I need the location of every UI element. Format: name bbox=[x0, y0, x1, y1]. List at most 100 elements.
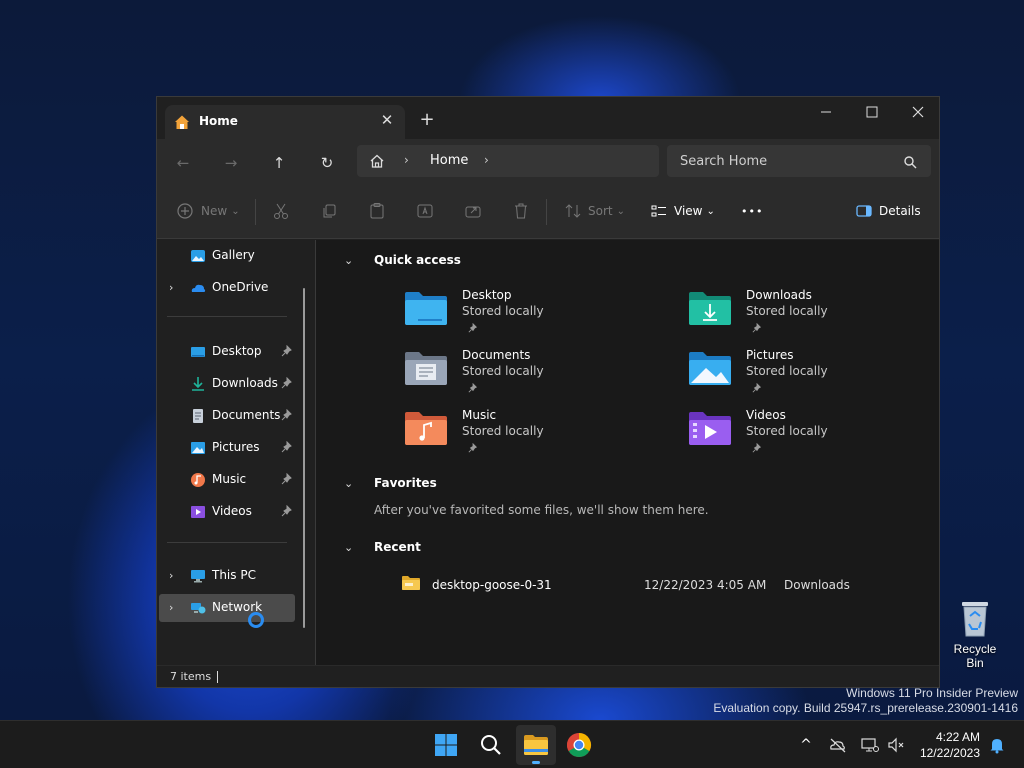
notification-bell-icon[interactable] bbox=[988, 736, 1006, 754]
windows-logo-icon bbox=[435, 734, 457, 756]
volume-muted-icon[interactable] bbox=[887, 736, 905, 754]
sidebar-item-documents[interactable]: Documents bbox=[159, 402, 295, 430]
copy-button[interactable] bbox=[320, 200, 338, 222]
chevron-down-icon: ⌄ bbox=[344, 540, 354, 554]
watermark-line-2: Evaluation copy. Build 25947.rs_prerelea… bbox=[713, 701, 1018, 715]
sidebar-item-label: Videos bbox=[212, 504, 252, 518]
sidebar-item-music[interactable]: Music bbox=[159, 466, 295, 494]
view-button[interactable]: View ⌄ bbox=[650, 200, 715, 222]
sidebar-item-onedrive[interactable]: › OneDrive bbox=[159, 274, 295, 302]
paste-button[interactable] bbox=[368, 200, 386, 222]
clipboard-icon bbox=[368, 202, 386, 220]
pin-icon bbox=[752, 442, 762, 453]
rename-icon bbox=[416, 202, 434, 220]
pin-icon bbox=[752, 382, 762, 393]
new-button[interactable]: New ⌄ bbox=[176, 200, 240, 222]
back-button[interactable]: ← bbox=[171, 151, 195, 175]
network-status-icon[interactable] bbox=[861, 736, 879, 754]
breadcrumb-home[interactable]: Home bbox=[430, 153, 468, 168]
pin-icon bbox=[281, 504, 293, 517]
sort-button[interactable]: Sort ⌄ bbox=[564, 200, 625, 222]
close-window-button[interactable] bbox=[895, 97, 939, 127]
delete-button[interactable] bbox=[512, 200, 530, 222]
section-recent[interactable]: ⌄ Recent bbox=[344, 537, 421, 557]
active-app-indicator bbox=[532, 761, 540, 764]
refresh-button[interactable]: ↻ bbox=[315, 151, 339, 175]
folder-status: Stored locally bbox=[462, 424, 544, 438]
address-home-icon bbox=[369, 153, 385, 169]
sidebar-item-videos[interactable]: Videos bbox=[159, 498, 295, 526]
sidebar-item-downloads[interactable]: Downloads bbox=[159, 370, 295, 398]
chevron-down-icon: ⌄ bbox=[616, 205, 625, 217]
sidebar-scrollbar[interactable] bbox=[303, 288, 305, 628]
sidebar-item-gallery[interactable]: Gallery bbox=[159, 242, 295, 270]
chevron-right-icon[interactable]: › bbox=[169, 569, 173, 582]
tab-home[interactable]: Home ✕ bbox=[165, 105, 405, 139]
status-divider bbox=[217, 671, 218, 683]
folder-name: Videos bbox=[746, 408, 786, 422]
quick-access-desktop[interactable]: Desktop Stored locally bbox=[404, 288, 664, 344]
tray-overflow-chevron[interactable]: ^ bbox=[797, 736, 815, 754]
taskbar-chrome[interactable] bbox=[559, 725, 599, 765]
more-options-button[interactable]: ••• bbox=[741, 200, 763, 222]
forward-button[interactable]: → bbox=[219, 151, 243, 175]
system-clock[interactable]: 4:22 AM 12/22/2023 bbox=[912, 729, 980, 761]
quick-access-videos[interactable]: Videos Stored locally bbox=[688, 408, 939, 464]
onedrive-icon bbox=[190, 280, 206, 296]
sidebar-item-label: Gallery bbox=[212, 248, 255, 262]
pin-icon bbox=[281, 408, 293, 421]
navigation-pane: Gallery › OneDrive Desktop Downloads Doc… bbox=[157, 240, 315, 665]
quick-access-pictures[interactable]: Pictures Stored locally bbox=[688, 348, 939, 404]
onedrive-offline-icon[interactable] bbox=[829, 736, 847, 754]
recent-file-location: Downloads bbox=[784, 578, 850, 592]
sidebar-item-label: Documents bbox=[212, 408, 281, 422]
share-button[interactable] bbox=[464, 200, 482, 222]
section-favorites[interactable]: ⌄ Favorites bbox=[344, 473, 437, 493]
sidebar-item-label: OneDrive bbox=[212, 280, 269, 294]
chevron-right-icon[interactable]: › bbox=[484, 153, 489, 167]
clock-date: 12/22/2023 bbox=[919, 746, 980, 760]
recycle-bin-shortcut[interactable]: Recycle Bin bbox=[944, 596, 1006, 670]
sidebar-divider bbox=[167, 316, 287, 317]
sidebar-item-label: This PC bbox=[212, 568, 256, 582]
videos-icon bbox=[190, 504, 206, 520]
folder-name: Pictures bbox=[746, 348, 794, 362]
section-quick-access[interactable]: ⌄ Quick access bbox=[344, 250, 461, 270]
quick-access-documents[interactable]: Documents Stored locally bbox=[404, 348, 664, 404]
taskbar-file-explorer[interactable] bbox=[516, 725, 556, 765]
quick-access-music[interactable]: Music Stored locally bbox=[404, 408, 664, 464]
command-bar: New ⌄ Sort ⌄ View ⌄ ••• Details bbox=[157, 185, 939, 239]
new-tab-button[interactable]: + bbox=[417, 110, 437, 130]
file-explorer-icon bbox=[524, 735, 548, 755]
gallery-icon bbox=[190, 248, 206, 264]
search-input[interactable] bbox=[667, 145, 931, 177]
chevron-right-icon[interactable]: › bbox=[169, 281, 173, 294]
start-button[interactable] bbox=[426, 725, 466, 765]
maximize-button[interactable] bbox=[849, 97, 895, 127]
pin-icon bbox=[281, 344, 293, 357]
taskbar-search-button[interactable] bbox=[471, 725, 511, 765]
minimize-button[interactable] bbox=[803, 97, 849, 127]
chevron-down-icon: ⌄ bbox=[344, 476, 354, 490]
rename-button[interactable] bbox=[416, 200, 434, 222]
tab-close-button[interactable]: ✕ bbox=[377, 110, 397, 130]
sidebar-divider bbox=[167, 542, 287, 543]
details-button[interactable]: Details bbox=[855, 200, 921, 222]
up-button[interactable]: ↑ bbox=[267, 151, 291, 175]
quick-access-downloads[interactable]: Downloads Stored locally bbox=[688, 288, 939, 344]
tab-title: Home bbox=[199, 114, 238, 128]
music-icon bbox=[190, 472, 206, 488]
address-bar[interactable]: › Home › bbox=[357, 145, 659, 177]
view-list-icon bbox=[650, 202, 668, 220]
chevron-right-icon: › bbox=[404, 153, 409, 167]
cut-button[interactable] bbox=[272, 200, 290, 222]
search-icon bbox=[903, 155, 917, 169]
sidebar-item-pictures[interactable]: Pictures bbox=[159, 434, 295, 462]
documents-icon bbox=[190, 408, 206, 424]
sidebar-item-network[interactable]: › Network bbox=[159, 594, 295, 622]
folder-name: Music bbox=[462, 408, 497, 422]
sidebar-item-desktop[interactable]: Desktop bbox=[159, 338, 295, 366]
title-bar: Home ✕ + bbox=[157, 97, 939, 139]
chevron-right-icon[interactable]: › bbox=[169, 601, 173, 614]
sidebar-item-this-pc[interactable]: › This PC bbox=[159, 562, 295, 590]
